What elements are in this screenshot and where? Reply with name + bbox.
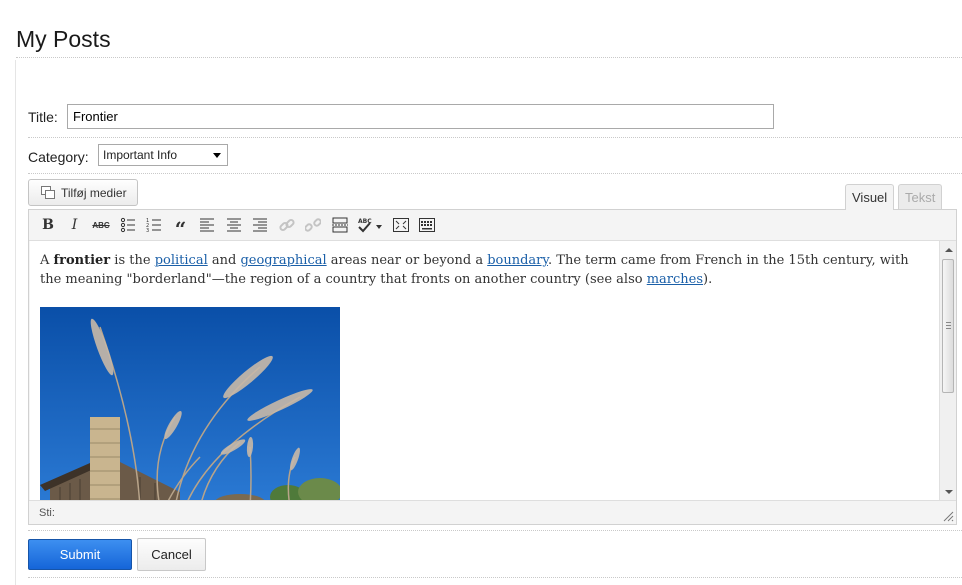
insert-link-button[interactable] (276, 214, 298, 236)
add-media-label: Tilføj medier (61, 185, 127, 200)
footer-divider (28, 577, 962, 578)
kitchen-sink-button[interactable] (416, 214, 438, 236)
editor-content[interactable]: A frontier is the political and geograph… (30, 241, 940, 501)
category-selected-value: Important Info (103, 148, 178, 162)
scroll-up-arrow-icon[interactable] (945, 248, 953, 252)
align-center-icon (226, 218, 241, 232)
spellcheck-icon: ABC (358, 218, 382, 233)
tab-text[interactable]: Tekst (898, 184, 943, 210)
media-icon (41, 185, 57, 200)
strikethrough-button[interactable]: ABC (90, 214, 112, 236)
scrollbar-thumb[interactable] (942, 259, 954, 393)
align-left-button[interactable] (196, 214, 218, 236)
category-select[interactable]: Important Info (98, 144, 228, 166)
toolbar-toggle-icon (419, 218, 435, 232)
italic-button[interactable]: I (64, 214, 86, 236)
numbered-list-button[interactable]: 123 (143, 214, 165, 236)
tab-visual[interactable]: Visuel (845, 184, 895, 210)
read-more-icon (331, 217, 348, 233)
unlink-icon (305, 218, 321, 232)
field-divider (28, 137, 962, 138)
numbered-list-icon: 123 (146, 218, 161, 233)
form-divider (28, 530, 962, 531)
editor-scrollbar[interactable] (939, 241, 956, 501)
editor-toolbar: B I ABC 123 “ ABC (29, 210, 956, 241)
blockquote-button[interactable]: “ (170, 214, 192, 241)
scrollbar-grip-icon (946, 322, 951, 329)
fullscreen-icon (392, 218, 409, 232)
page-frame-border (15, 60, 16, 585)
title-divider (16, 57, 962, 58)
scroll-down-arrow-icon[interactable] (945, 490, 953, 494)
add-media-button[interactable]: Tilføj medier (28, 179, 138, 206)
editor-statusbar: Sti: (29, 500, 956, 524)
field-divider (28, 173, 962, 174)
bullet-list-button[interactable] (117, 214, 139, 236)
title-input[interactable]: Frontier (67, 104, 774, 129)
embedded-image[interactable] (40, 307, 340, 501)
bullet-list-icon (120, 217, 135, 233)
resize-grip-icon[interactable] (942, 510, 954, 522)
link-boundary[interactable]: boundary (487, 253, 548, 268)
landscape-photo (40, 307, 340, 501)
submit-button[interactable]: Submit (28, 539, 132, 570)
bold-button[interactable]: B (37, 214, 59, 236)
category-label: Category: (28, 149, 89, 165)
path-label: Sti: (39, 506, 55, 519)
read-more-button[interactable] (329, 214, 351, 236)
title-input-value: Frontier (73, 109, 118, 124)
rich-text-editor: B I ABC 123 “ ABC A frontier is the poli… (28, 209, 957, 525)
align-right-button[interactable] (249, 214, 271, 236)
remove-link-button[interactable] (302, 214, 324, 236)
content-paragraph: A frontier is the political and geograph… (40, 253, 909, 287)
link-political[interactable]: political (155, 253, 208, 268)
align-right-icon (253, 218, 267, 232)
page-title: My Posts (16, 26, 111, 52)
align-center-button[interactable] (223, 214, 245, 236)
spellcheck-button[interactable]: ABC (355, 214, 385, 236)
cancel-button[interactable]: Cancel (137, 538, 206, 571)
bold-term: frontier (53, 253, 111, 268)
link-geographical[interactable]: geographical (240, 253, 326, 268)
svg-text:3: 3 (146, 228, 149, 233)
title-label: Title: (28, 109, 58, 125)
fullscreen-button[interactable] (390, 214, 412, 236)
dropdown-arrow-icon (213, 153, 221, 158)
link-icon (278, 218, 295, 232)
align-left-icon (200, 218, 214, 232)
link-marches[interactable]: marches (647, 272, 703, 287)
